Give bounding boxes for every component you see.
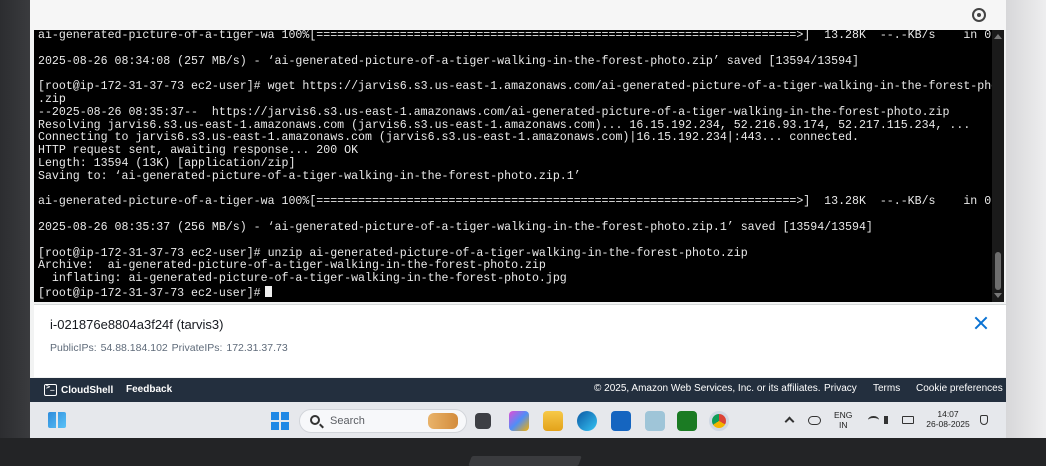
notification-bell-icon[interactable] — [980, 415, 988, 425]
feedback-link[interactable]: Feedback — [126, 384, 172, 395]
instance-title: i-021876e8804a3f24f (tarvis3) — [50, 317, 224, 332]
search-placeholder: Search — [330, 415, 365, 427]
laptop-bezel-left — [0, 0, 30, 466]
laptop-brand-logo — [468, 456, 582, 466]
windows-start-icon[interactable] — [271, 412, 289, 430]
aws-console-footer: CloudShell Feedback © 2025, Amazon Web S… — [30, 378, 1006, 402]
close-icon[interactable] — [972, 314, 990, 332]
terminal-line: [root@ip-172-31-37-73 ec2-user]# — [38, 285, 992, 300]
clock[interactable]: 14:07 26-08-2025 — [923, 409, 973, 429]
cookie-preferences-link[interactable]: Cookie preferences — [916, 383, 1003, 394]
language-code: ENG — [834, 410, 853, 420]
terminal-line: .zip — [38, 92, 66, 106]
terminal-line: --2025-08-26 08:35:37-- https://jarvis6.… — [38, 105, 950, 119]
terminal-line: Saving to: ‘ai-generated-picture-of-a-ti… — [38, 169, 581, 183]
terminal-scrollbar[interactable] — [992, 30, 1004, 302]
clock-date: 26-08-2025 — [926, 419, 970, 429]
copyright-text: © 2025, Amazon Web Services, Inc. or its… — [594, 383, 821, 394]
terminal-line: 2025-08-26 08:34:08 (257 MB/s) - ‘ai-gen… — [38, 54, 859, 68]
terminal-line: ai-generated-picture-of-a-tiger-wa 100%[… — [38, 30, 992, 42]
laptop-bezel-right — [1006, 0, 1046, 466]
terminal-line: 2025-08-26 08:35:37 (256 MB/s) - ‘ai-gen… — [38, 220, 873, 234]
edge-browser-icon[interactable] — [577, 411, 597, 431]
search-icon — [310, 415, 320, 425]
windows-taskbar: Search ENG IN 14:07 26-08-2025 — [30, 402, 1006, 438]
battery-icon[interactable] — [902, 416, 914, 424]
instance-ip-addresses: PublicIPs: 54.88.184.102 PrivateIPs: 172… — [50, 342, 288, 354]
screen: ai-generated-picture-of-a-tiger-wa 100%[… — [30, 0, 1006, 438]
language-region: IN — [838, 420, 848, 430]
clock-time: 14:07 — [937, 409, 959, 419]
onedrive-cloud-icon[interactable] — [808, 416, 821, 425]
xbox-icon[interactable] — [677, 411, 697, 431]
terminal-cursor — [264, 285, 272, 297]
cloudshell-label: CloudShell — [61, 384, 114, 396]
terminal-line: ai-generated-picture-of-a-tiger-wa 100%[… — [38, 195, 992, 209]
terminal-top-bar — [30, 0, 1006, 30]
volume-muted-icon[interactable] — [884, 416, 892, 424]
terms-link[interactable]: Terms — [873, 383, 900, 394]
terminal-line: [root@ip-172-31-37-73 ec2-user]# wget ht… — [38, 80, 992, 94]
task-view-icon[interactable] — [475, 413, 491, 429]
copilot-icon[interactable] — [509, 411, 529, 431]
chrome-icon[interactable] — [709, 411, 729, 431]
terminal-line: Length: 13594 (13K) [application/zip] — [38, 156, 296, 170]
store-icon[interactable] — [611, 411, 631, 431]
instance-info-panel: i-021876e8804a3f24f (tarvis3) PublicIPs:… — [34, 304, 1006, 377]
settings-icon[interactable] — [972, 8, 986, 22]
scroll-thumb[interactable] — [995, 252, 1001, 290]
privacy-link[interactable]: Privacy — [824, 383, 857, 394]
scroll-up-arrow-icon[interactable] — [994, 34, 1002, 39]
cloudshell-button[interactable]: CloudShell — [44, 383, 113, 397]
widgets-icon[interactable] — [48, 412, 66, 428]
laptop-bezel-bottom — [0, 438, 1046, 466]
file-explorer-icon[interactable] — [543, 411, 563, 431]
wifi-icon[interactable] — [868, 416, 879, 424]
app-icon[interactable] — [645, 411, 665, 431]
terminal-line: inflating: ai-generated-picture-of-a-tig… — [38, 272, 567, 286]
language-indicator[interactable]: ENG IN — [834, 410, 852, 430]
scroll-down-arrow-icon[interactable] — [994, 293, 1002, 298]
search-highlight-image — [428, 413, 458, 429]
cloudshell-icon — [44, 383, 57, 396]
taskbar-search[interactable]: Search — [299, 409, 467, 433]
terminal-output[interactable]: ai-generated-picture-of-a-tiger-wa 100%[… — [34, 30, 992, 302]
chevron-up-icon[interactable] — [784, 416, 795, 427]
